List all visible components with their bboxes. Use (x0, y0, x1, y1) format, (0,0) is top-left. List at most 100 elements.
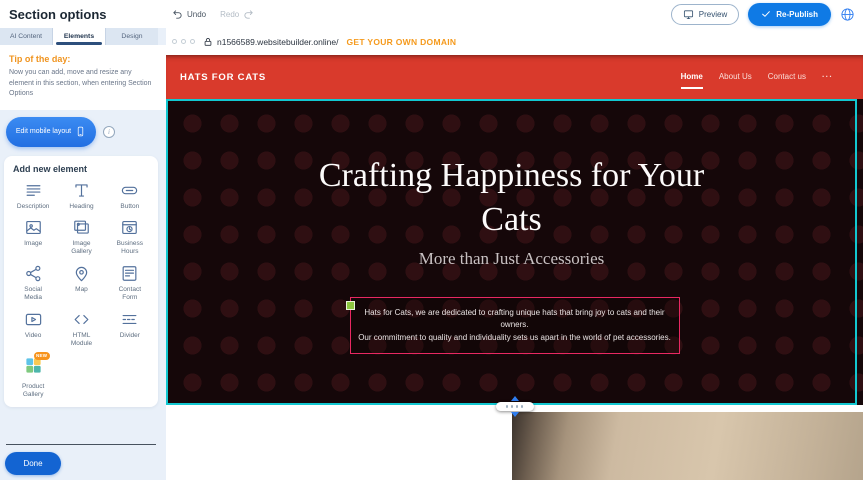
element-label: Social Media (16, 286, 50, 303)
done-button[interactable]: Done (5, 452, 61, 475)
element-divider[interactable]: Divider (107, 310, 153, 349)
element-video[interactable]: Video (10, 310, 56, 349)
element-label: Product Gallery (16, 383, 50, 400)
nav-contact-us[interactable]: Contact us (768, 72, 806, 83)
app: Section options Undo Redo Preview Re-Pub… (0, 0, 863, 480)
element-button[interactable]: Button (107, 181, 153, 211)
hero-section[interactable]: Crafting Happiness for Your Cats More th… (166, 99, 863, 405)
business-hours-icon (120, 218, 139, 237)
element-label: Image Gallery (64, 240, 98, 257)
add-panel-title: Add new element (13, 164, 153, 174)
tab-design[interactable]: Design (106, 28, 158, 45)
tip-title: Tip of the day: (9, 54, 154, 64)
video-icon (24, 310, 43, 329)
redo-icon (243, 9, 254, 20)
get-domain-link[interactable]: GET YOUR OWN DOMAIN (346, 37, 456, 47)
site-nav: Home About Us Contact us ··· (681, 72, 833, 83)
element-description[interactable]: Description (10, 181, 56, 211)
html-module-icon (72, 310, 91, 329)
element-label: Image (24, 240, 42, 248)
nav-home[interactable]: Home (681, 72, 703, 83)
paragraph-line: Our commitment to quality and individual… (355, 332, 675, 344)
done-label: Done (23, 459, 42, 468)
undo-button[interactable]: Undo (172, 9, 206, 20)
element-social-media[interactable]: Social Media (10, 264, 56, 303)
hero-subtitle[interactable]: More than Just Accessories (166, 249, 857, 269)
mobile-layout-row: Edit mobile layout i (0, 110, 166, 154)
button-icon (120, 181, 139, 200)
description-icon (24, 181, 43, 200)
tab-elements[interactable]: Elements (53, 28, 106, 45)
nav-more-icon[interactable]: ··· (822, 72, 833, 83)
undo-icon (172, 9, 183, 20)
element-label: Divider (120, 332, 140, 340)
element-html-module[interactable]: HTML Module (58, 310, 104, 349)
arrow-down-icon (511, 412, 519, 417)
language-globe-button[interactable] (840, 7, 855, 22)
browser-bar: n1566589.websitebuilder.online/ GET YOUR… (166, 28, 863, 55)
monitor-icon (683, 9, 694, 20)
contact-form-icon (120, 264, 139, 283)
element-grid: Description Heading Button Image Image G… (10, 181, 153, 400)
edit-mobile-layout-label: Edit mobile layout (16, 128, 71, 135)
element-image-gallery[interactable]: Image Gallery (58, 218, 104, 257)
paragraph-line: Hats for Cats, we are dedicated to craft… (355, 307, 675, 332)
info-button[interactable]: i (103, 126, 115, 138)
hero-headline[interactable]: Crafting Happiness for Your Cats (166, 154, 857, 241)
map-icon (72, 264, 91, 283)
element-image[interactable]: Image (10, 218, 56, 257)
tab-design-label: Design (121, 33, 142, 40)
social-media-icon (24, 264, 43, 283)
hero-paragraph-box[interactable]: Hats for Cats, we are dedicated to craft… (350, 297, 680, 354)
edit-mobile-layout-button[interactable]: Edit mobile layout (6, 117, 96, 147)
republish-button[interactable]: Re-Publish (748, 3, 831, 26)
element-product-gallery[interactable]: NEW Product Gallery (10, 356, 56, 400)
element-heading[interactable]: Heading (58, 181, 104, 211)
element-drag-handle[interactable] (346, 301, 355, 310)
tab-ai-content[interactable]: AI Content (0, 28, 53, 45)
image-icon (24, 218, 43, 237)
builder-sidebar: AI Content Elements Design Tip of the da… (0, 28, 166, 480)
element-label: Contact Form (113, 286, 147, 303)
hero-headline-text: Crafting Happiness for Your Cats (302, 154, 722, 241)
site-preview: HATS FOR CATS Home About Us Contact us ·… (166, 55, 863, 480)
sidebar-divider (6, 444, 156, 445)
site-url[interactable]: n1566589.websitebuilder.online/ (217, 37, 338, 47)
history-controls: Undo Redo (172, 9, 254, 20)
tab-elements-label: Elements (64, 33, 94, 40)
smartphone-icon (75, 124, 86, 139)
next-section-preview[interactable] (512, 412, 863, 480)
sidebar-tabs: AI Content Elements Design (0, 28, 158, 45)
element-contact-form[interactable]: Contact Form (107, 264, 153, 303)
section-resize-handle[interactable] (496, 396, 534, 417)
heading-icon (72, 181, 91, 200)
element-label: Map (75, 286, 88, 294)
tab-ai-content-label: AI Content (10, 33, 42, 40)
redo-label: Redo (220, 10, 239, 19)
page-title: Section options (9, 7, 107, 22)
info-glyph: i (108, 128, 110, 136)
drag-grip (496, 402, 534, 411)
new-badge: NEW (34, 352, 50, 360)
preview-button[interactable]: Preview (671, 4, 739, 25)
builder-topbar: Section options Undo Redo Preview Re-Pub… (0, 0, 863, 28)
element-label: Video (25, 332, 42, 340)
site-logo[interactable]: HATS FOR CATS (180, 72, 266, 83)
element-map[interactable]: Map (58, 264, 104, 303)
add-element-panel: Add new element Description Heading Butt… (4, 156, 158, 408)
preview-label: Preview (699, 10, 727, 19)
divider-icon (120, 310, 139, 329)
lock-icon (203, 37, 213, 47)
undo-label: Undo (187, 10, 206, 19)
element-label: Heading (69, 203, 93, 211)
site-header[interactable]: HATS FOR CATS Home About Us Contact us ·… (166, 55, 863, 99)
element-label: Description (17, 203, 50, 211)
tip-of-the-day: Tip of the day: Now you can add, move an… (0, 45, 166, 110)
element-label: Button (120, 203, 139, 211)
tip-body: Now you can add, move and resize any ele… (9, 68, 154, 100)
element-business-hours[interactable]: Business Hours (107, 218, 153, 257)
nav-about-us[interactable]: About Us (719, 72, 752, 83)
element-label: Business Hours (113, 240, 147, 257)
redo-button[interactable]: Redo (220, 9, 254, 20)
globe-icon (840, 7, 855, 22)
